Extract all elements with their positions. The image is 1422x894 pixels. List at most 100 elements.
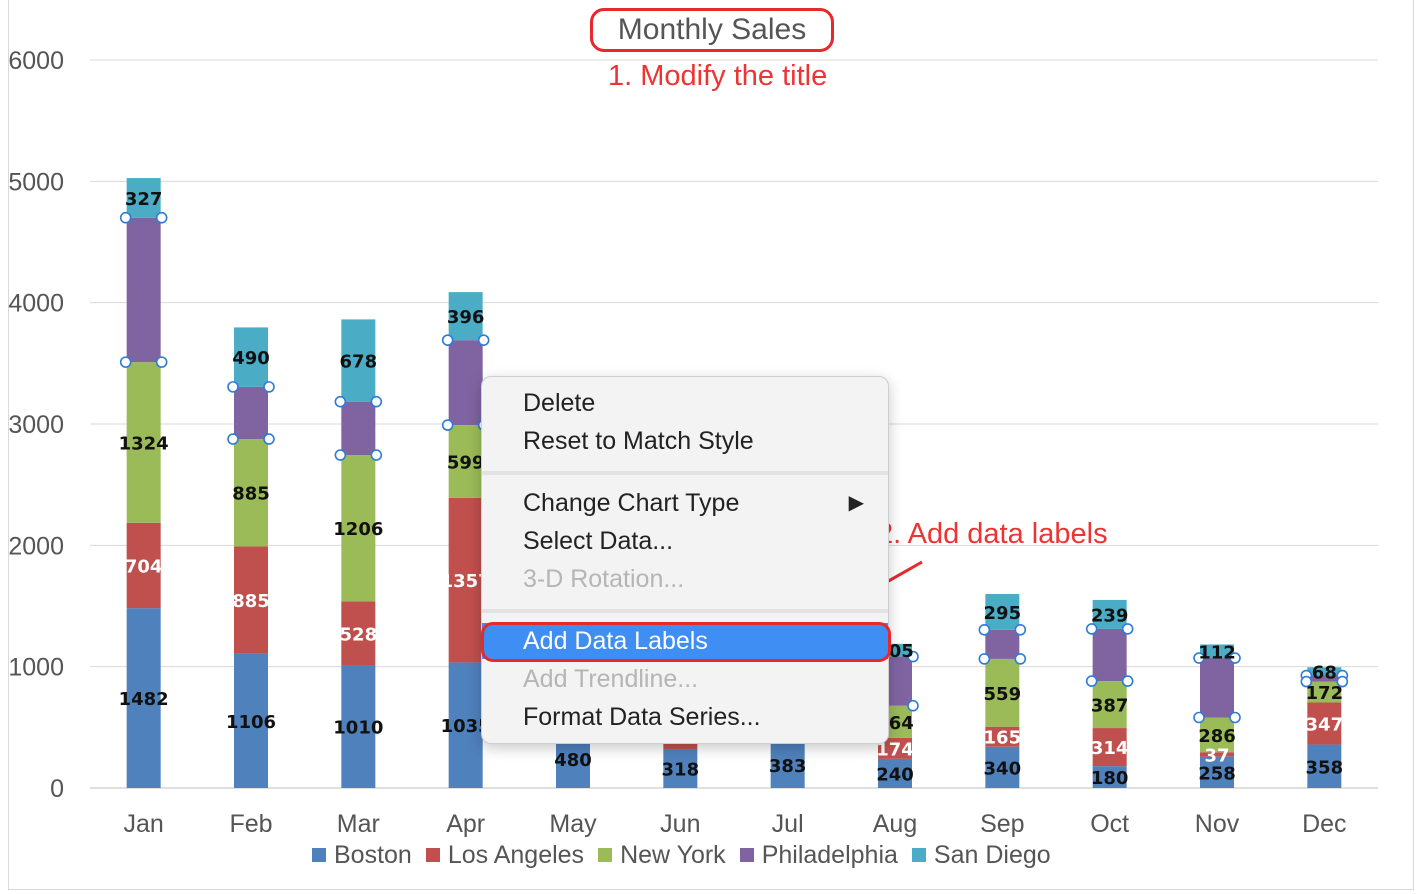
legend-label: Boston	[334, 840, 412, 869]
selection-handle	[1014, 623, 1027, 636]
selection-handle	[370, 395, 383, 408]
x-tick-label: Mar	[337, 810, 380, 838]
selection-handle	[907, 699, 919, 712]
data-label: 1106	[226, 712, 276, 733]
bar-philadelphia[interactable]	[126, 217, 161, 363]
selection-handle	[227, 433, 239, 445]
menu-item-reset-to-match-style[interactable]: Reset to Match Style	[482, 423, 888, 459]
data-label: 885	[232, 484, 270, 505]
data-label: 239	[1091, 605, 1129, 626]
selection-handle	[1121, 675, 1134, 687]
bar-philadelphia[interactable]	[234, 386, 268, 440]
bar-philadelphia[interactable]	[985, 629, 1020, 659]
data-label: 295	[984, 603, 1022, 624]
menu-item-format-data-series[interactable]: Format Data Series...	[482, 699, 888, 735]
data-label: 172	[1306, 683, 1344, 704]
data-label: 704	[125, 556, 163, 577]
selection-handle	[227, 381, 239, 393]
selection-handle	[334, 395, 347, 408]
x-tick-label: Jan	[124, 810, 164, 838]
selection-handle	[263, 433, 275, 445]
add-data-labels-highlight-outline	[481, 622, 891, 662]
data-label: 885	[232, 591, 270, 612]
legend-swatch	[312, 848, 326, 862]
x-tick-label: Oct	[1090, 810, 1129, 838]
data-label: 180	[1091, 768, 1129, 789]
legend-item[interactable]: San Diego	[911, 840, 1051, 870]
bar-philadelphia[interactable]	[448, 340, 483, 426]
x-tick-label: May	[549, 810, 597, 838]
selection-handle	[155, 211, 168, 224]
bar-philadelphia[interactable]	[1092, 628, 1127, 682]
data-label: 358	[1306, 757, 1344, 778]
selection-handle	[370, 449, 383, 461]
legend-item[interactable]: New York	[598, 840, 726, 870]
data-label: 480	[554, 750, 592, 771]
data-label: 314	[1091, 738, 1129, 759]
menu-item-delete[interactable]: Delete	[482, 385, 888, 421]
data-label: 490	[232, 348, 270, 369]
selection-handle	[119, 356, 132, 368]
menu-separator	[482, 471, 888, 475]
legend-label: New York	[620, 840, 726, 869]
x-tick-label: Aug	[873, 810, 917, 838]
selection-handle	[1085, 675, 1098, 687]
data-label: 383	[769, 756, 807, 777]
selection-handle	[334, 449, 347, 461]
selection-handle	[1014, 653, 1027, 665]
x-tick-label: Dec	[1302, 810, 1346, 838]
data-label: 286	[1198, 726, 1236, 747]
x-tick-label: Jul	[772, 810, 804, 838]
selection-handle	[263, 381, 275, 393]
x-tick-label: Nov	[1195, 810, 1240, 838]
y-tick-label: 6000	[8, 47, 64, 75]
y-tick-label: 0	[50, 775, 64, 803]
data-label: 599	[447, 452, 485, 473]
data-label: 347	[1306, 715, 1344, 736]
x-tick-label: Apr	[446, 810, 485, 838]
bar-philadelphia[interactable]	[341, 401, 376, 456]
selection-handle	[441, 334, 454, 346]
annotation-add-data-labels: 2. Add data labels	[877, 518, 1108, 550]
legend-item[interactable]: Boston	[312, 840, 412, 870]
y-tick-label: 4000	[8, 290, 64, 318]
data-label: 559	[984, 684, 1022, 705]
selection-handle	[1193, 711, 1205, 724]
data-label: 240	[876, 764, 914, 785]
submenu-arrow-icon: ▶	[848, 492, 864, 514]
data-label: 327	[125, 189, 163, 210]
bar-philadelphia[interactable]	[1200, 658, 1234, 718]
data-label: 1206	[333, 519, 383, 540]
menu-item-add-trendline: Add Trendline...	[523, 665, 699, 693]
legend-label: Philadelphia	[761, 840, 898, 869]
context-menu: Delete Reset to Match Style Change Chart…	[481, 376, 889, 744]
selection-handle	[978, 653, 991, 665]
selection-handle	[1229, 711, 1241, 724]
data-label: 68	[1312, 662, 1337, 683]
chart-title[interactable]: Monthly Sales	[590, 8, 834, 52]
menu-item-change-chart-type[interactable]: Change Chart Type ▶	[482, 485, 888, 521]
data-label: 340	[984, 758, 1022, 779]
x-tick-label: Feb	[229, 810, 272, 838]
legend-swatch	[425, 848, 440, 862]
legend-swatch	[739, 848, 754, 862]
legend-swatch	[911, 848, 926, 862]
y-tick-label: 1000	[8, 654, 64, 682]
menu-item-3d-rotation: 3-D Rotation...	[523, 565, 685, 593]
selection-handle	[477, 334, 490, 346]
selection-handle	[441, 419, 454, 431]
legend-item[interactable]: Philadelphia	[739, 840, 898, 870]
selection-handle	[119, 211, 132, 224]
data-label: 1482	[119, 689, 169, 710]
y-tick-label: 3000	[8, 411, 64, 439]
menu-item-select-data[interactable]: Select Data...	[482, 523, 888, 559]
selection-handle	[155, 356, 168, 368]
legend-label: Los Angeles	[447, 840, 585, 869]
data-label: 1324	[119, 433, 169, 454]
menu-item-change-chart-type-label: Change Chart Type	[523, 489, 740, 517]
legend-swatch	[598, 848, 613, 862]
data-label: 258	[1198, 763, 1236, 784]
x-tick-label: Sep	[980, 810, 1024, 838]
legend-item[interactable]: Los Angeles	[425, 840, 585, 870]
data-label: 528	[340, 624, 378, 645]
